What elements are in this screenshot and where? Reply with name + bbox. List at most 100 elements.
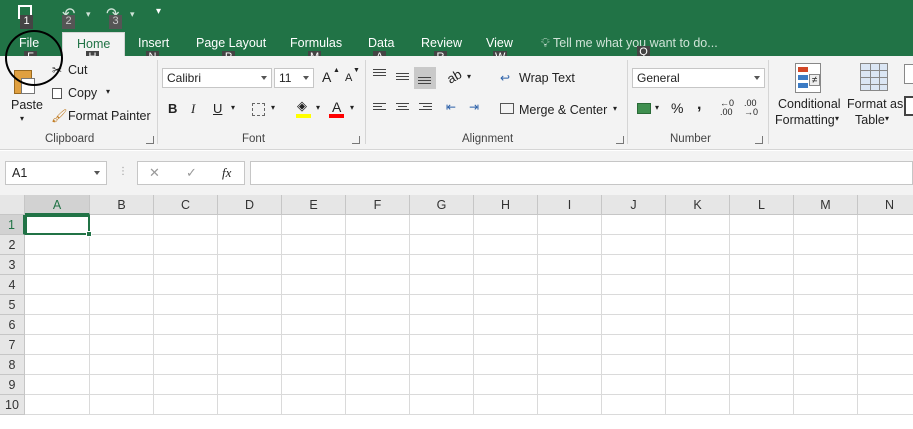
column-header-e[interactable]: E — [282, 195, 346, 215]
cell-i8[interactable] — [538, 355, 602, 375]
cell-e9[interactable] — [282, 375, 346, 395]
redo-dropdown-icon[interactable]: ▾ — [130, 9, 135, 20]
vertical-dots-icon[interactable]: ⋮ — [118, 166, 128, 177]
cell-m2[interactable] — [794, 235, 858, 255]
column-header-b[interactable]: B — [90, 195, 154, 215]
cell-k8[interactable] — [666, 355, 730, 375]
cell-k7[interactable] — [666, 335, 730, 355]
conditional-formatting-label-2[interactable]: Formatting — [775, 113, 835, 127]
name-box[interactable]: A1 — [5, 161, 107, 185]
copy-dropdown-icon[interactable]: ▾ — [106, 87, 110, 96]
cell-m5[interactable] — [794, 295, 858, 315]
cell-m10[interactable] — [794, 395, 858, 415]
cell-a7[interactable] — [25, 335, 90, 355]
cell-d9[interactable] — [218, 375, 282, 395]
cell-c8[interactable] — [154, 355, 218, 375]
cell-d4[interactable] — [218, 275, 282, 295]
cell-j5[interactable] — [602, 295, 666, 315]
cell-k4[interactable] — [666, 275, 730, 295]
grow-font-button[interactable]: A — [322, 69, 331, 85]
select-all-corner[interactable] — [0, 195, 25, 215]
cell-a5[interactable] — [25, 295, 90, 315]
cell-h1[interactable] — [474, 215, 538, 235]
column-header-j[interactable]: J — [602, 195, 666, 215]
conditional-formatting-label-1[interactable]: Conditional — [778, 97, 841, 111]
cell-f9[interactable] — [346, 375, 410, 395]
cell-a6[interactable] — [25, 315, 90, 335]
row-header-2[interactable]: 2 — [0, 235, 25, 255]
cell-g6[interactable] — [410, 315, 474, 335]
cell-l8[interactable] — [730, 355, 794, 375]
tab-view[interactable]: View — [486, 36, 513, 50]
cell-g4[interactable] — [410, 275, 474, 295]
cell-i7[interactable] — [538, 335, 602, 355]
cut-button[interactable]: Cut — [68, 63, 87, 77]
cell-d5[interactable] — [218, 295, 282, 315]
cell-e2[interactable] — [282, 235, 346, 255]
cell-i2[interactable] — [538, 235, 602, 255]
number-launcher-icon[interactable] — [755, 136, 763, 144]
cell-m8[interactable] — [794, 355, 858, 375]
cell-styles-icon[interactable] — [904, 64, 913, 84]
cell-k3[interactable] — [666, 255, 730, 275]
tab-file[interactable]: File — [19, 36, 39, 50]
cell-e10[interactable] — [282, 395, 346, 415]
cell-b1[interactable] — [90, 215, 154, 235]
cell-h8[interactable] — [474, 355, 538, 375]
align-center-icon[interactable] — [396, 103, 409, 112]
column-header-a[interactable]: A — [25, 195, 90, 215]
cell-g5[interactable] — [410, 295, 474, 315]
row-header-9[interactable]: 9 — [0, 375, 25, 395]
cell-e4[interactable] — [282, 275, 346, 295]
cell-i1[interactable] — [538, 215, 602, 235]
merge-center-button[interactable]: Merge & Center — [519, 103, 607, 117]
cell-b5[interactable] — [90, 295, 154, 315]
underline-button[interactable]: U — [213, 101, 222, 116]
cell-a10[interactable] — [25, 395, 90, 415]
cell-f3[interactable] — [346, 255, 410, 275]
accounting-dropdown-icon[interactable]: ▾ — [655, 103, 659, 112]
bold-button[interactable]: B — [168, 101, 177, 116]
align-right-icon[interactable] — [419, 103, 432, 112]
cell-e5[interactable] — [282, 295, 346, 315]
merge-dropdown-icon[interactable]: ▾ — [613, 104, 617, 113]
cell-l9[interactable] — [730, 375, 794, 395]
cell-i5[interactable] — [538, 295, 602, 315]
cell-f6[interactable] — [346, 315, 410, 335]
cell-f8[interactable] — [346, 355, 410, 375]
middle-align-icon[interactable] — [396, 73, 409, 82]
italic-button[interactable]: I — [191, 101, 195, 117]
cell-c9[interactable] — [154, 375, 218, 395]
font-family-select[interactable]: Calibri — [162, 68, 272, 88]
cell-n1[interactable] — [858, 215, 913, 235]
cell-n3[interactable] — [858, 255, 913, 275]
cell-d10[interactable] — [218, 395, 282, 415]
format-as-table-label-1[interactable]: Format as — [847, 97, 903, 111]
cell-c7[interactable] — [154, 335, 218, 355]
cell-g1[interactable] — [410, 215, 474, 235]
column-header-g[interactable]: G — [410, 195, 474, 215]
underline-dropdown-icon[interactable]: ▾ — [231, 103, 235, 112]
cell-c1[interactable] — [154, 215, 218, 235]
cell-n6[interactable] — [858, 315, 913, 335]
column-header-i[interactable]: I — [538, 195, 602, 215]
cell-k10[interactable] — [666, 395, 730, 415]
cell-b2[interactable] — [90, 235, 154, 255]
cell-j8[interactable] — [602, 355, 666, 375]
row-header-10[interactable]: 10 — [0, 395, 25, 415]
tab-formulas[interactable]: Formulas — [290, 36, 342, 50]
row-header-3[interactable]: 3 — [0, 255, 25, 275]
cell-d6[interactable] — [218, 315, 282, 335]
cell-l5[interactable] — [730, 295, 794, 315]
row-header-4[interactable]: 4 — [0, 275, 25, 295]
cell-d3[interactable] — [218, 255, 282, 275]
cell-j2[interactable] — [602, 235, 666, 255]
format-as-table-label-2[interactable]: Table — [855, 113, 885, 127]
cell-l7[interactable] — [730, 335, 794, 355]
wrap-text-button[interactable]: Wrap Text — [519, 71, 575, 85]
cell-n10[interactable] — [858, 395, 913, 415]
increase-decimal-icon[interactable]: ←0.00 — [720, 99, 734, 117]
column-header-l[interactable]: L — [730, 195, 794, 215]
cell-g10[interactable] — [410, 395, 474, 415]
cell-h2[interactable] — [474, 235, 538, 255]
